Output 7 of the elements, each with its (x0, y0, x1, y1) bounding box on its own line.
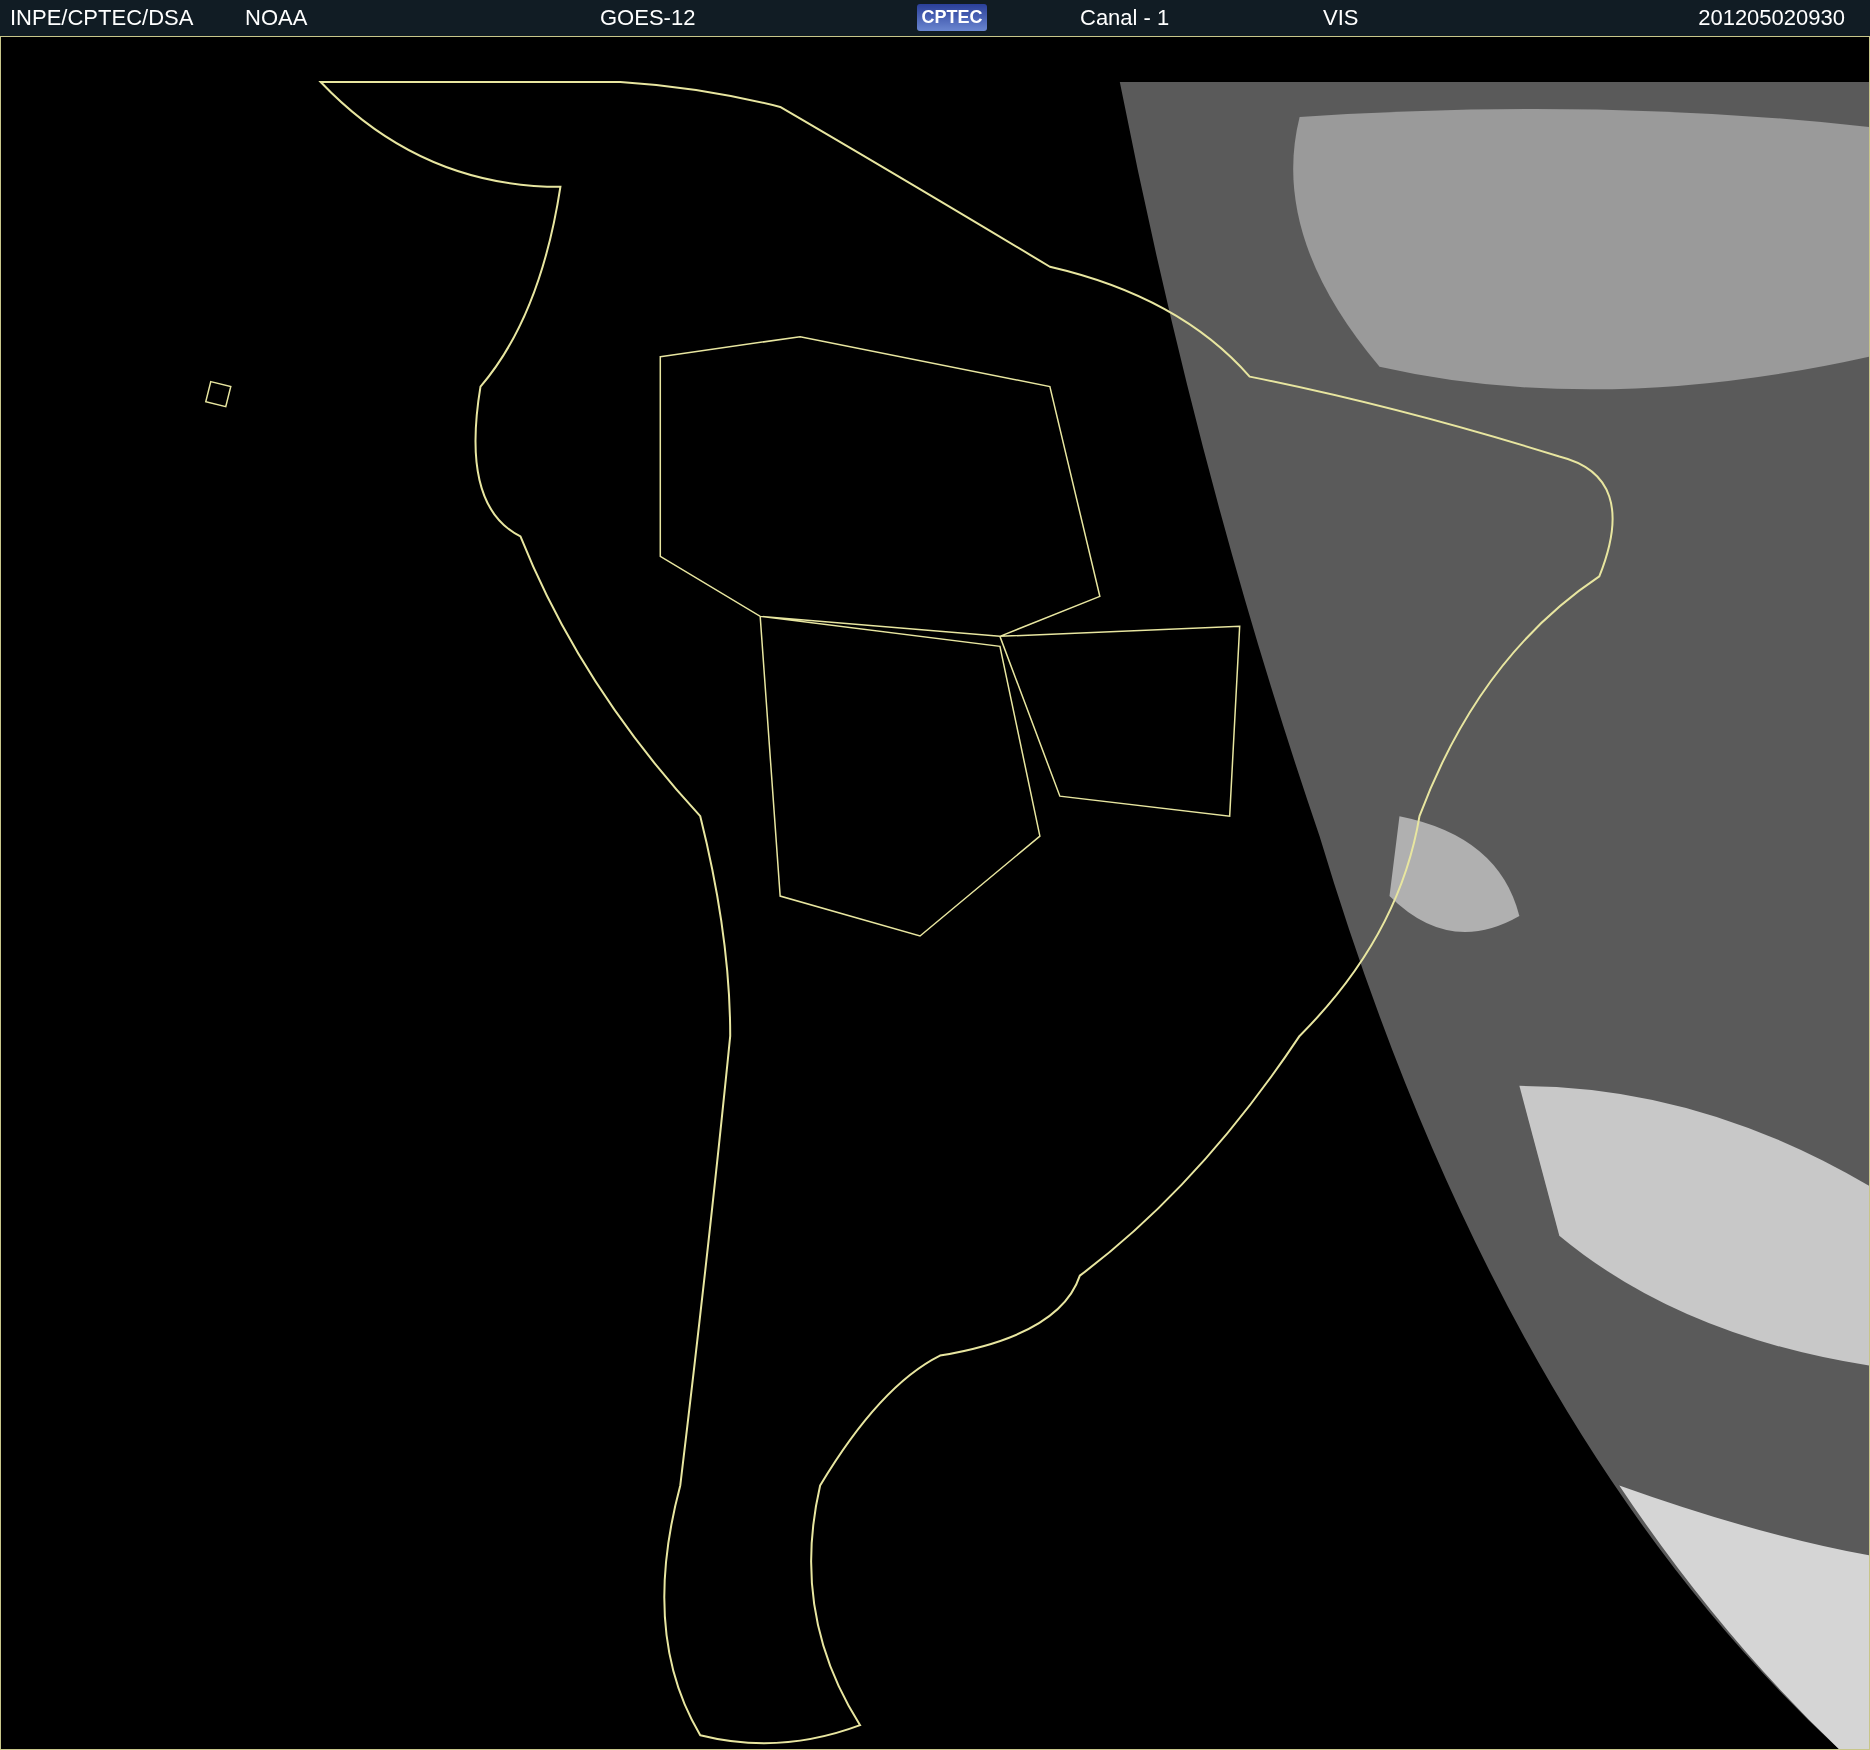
logo: CPTEC (917, 4, 987, 32)
header-label: 201205020930 (1698, 4, 1845, 30)
header-label: INPE/CPTEC/DSA (10, 4, 194, 30)
header-label: Canal - 1 (1080, 4, 1170, 30)
header-label: VIS (1323, 4, 1359, 30)
header-label: GOES-12 (600, 4, 696, 30)
header-label: NOAA (245, 4, 308, 30)
